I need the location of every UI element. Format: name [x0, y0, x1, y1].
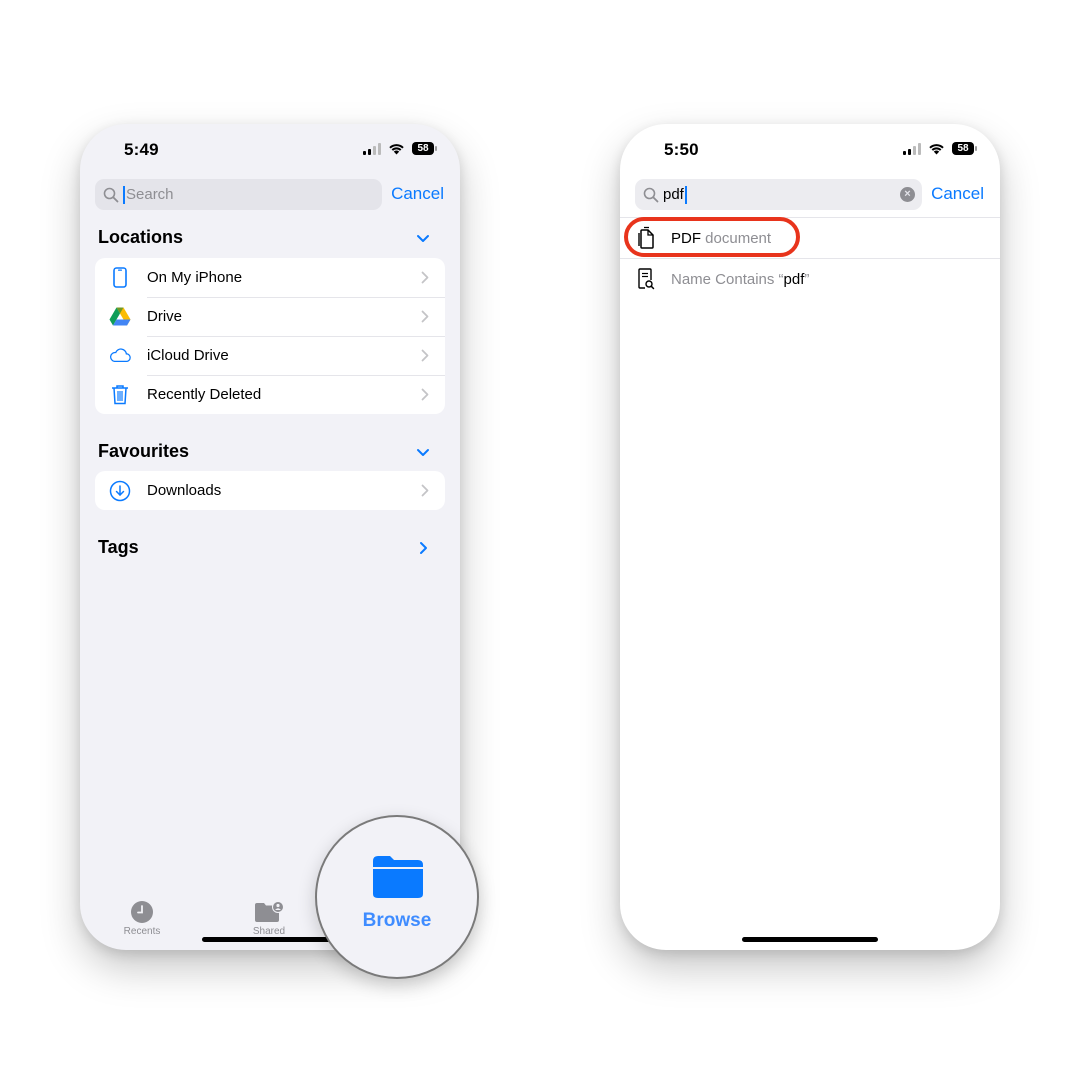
- status-bar: 5:50 58: [620, 140, 1000, 162]
- google-drive-icon: [109, 306, 131, 328]
- battery-icon: 58: [952, 142, 977, 155]
- files-search-screen: 5:50 58 pdf × Cancel PDF document Name C…: [620, 124, 1000, 950]
- favourites-list: Downloads: [95, 471, 445, 510]
- highlight-circle: [624, 217, 800, 257]
- chevron-right-icon: [421, 310, 429, 323]
- location-item-icloud-drive[interactable]: iCloud Drive: [95, 336, 445, 375]
- browse-tab-magnifier-callout: Browse: [315, 815, 479, 979]
- search-field[interactable]: Search: [95, 179, 382, 210]
- battery-icon: 58: [412, 142, 437, 155]
- tab-browse[interactable]: Browse: [317, 817, 477, 977]
- shared-folder-icon: [255, 901, 284, 922]
- favourite-item-downloads[interactable]: Downloads: [95, 471, 445, 510]
- cancel-button[interactable]: Cancel: [931, 184, 984, 204]
- wifi-icon: [929, 143, 944, 154]
- chevron-down-icon[interactable]: [416, 446, 430, 460]
- tab-recents[interactable]: Recents: [102, 900, 182, 937]
- status-bar: 5:49 58: [80, 140, 460, 162]
- search-icon: [643, 187, 659, 202]
- suggestion-query: pdf: [783, 270, 805, 288]
- chevron-right-icon: [421, 271, 429, 284]
- iphone-icon: [109, 267, 131, 289]
- search-placeholder: Search: [126, 186, 174, 203]
- locations-header[interactable]: Locations: [98, 227, 183, 248]
- suggestion-name-contains[interactable]: Name Contains “pdf”: [620, 259, 1000, 299]
- doc-search-icon: [638, 268, 655, 290]
- search-icon: [103, 187, 119, 202]
- favourites-header[interactable]: Favourites: [98, 441, 189, 462]
- wifi-icon: [389, 143, 404, 154]
- chevron-right-icon[interactable]: [416, 541, 430, 555]
- download-circle-icon: [109, 480, 131, 502]
- trash-icon: [109, 384, 131, 406]
- search-field[interactable]: pdf ×: [635, 179, 922, 210]
- status-time: 5:50: [664, 140, 699, 159]
- home-indicator: [742, 937, 878, 942]
- cellular-signal-icon: [903, 142, 921, 155]
- cancel-button[interactable]: Cancel: [391, 184, 444, 204]
- chevron-right-icon: [421, 388, 429, 401]
- search-query: pdf: [663, 186, 684, 203]
- locations-list: On My iPhone Drive iCloud Drive Recently…: [95, 258, 445, 414]
- chevron-right-icon: [421, 484, 429, 497]
- clock-icon: [131, 901, 153, 923]
- location-item-drive[interactable]: Drive: [95, 297, 445, 336]
- location-item-on-my-iphone[interactable]: On My iPhone: [95, 258, 445, 297]
- icloud-icon: [109, 345, 131, 367]
- tags-header[interactable]: Tags: [98, 537, 139, 558]
- clear-search-button[interactable]: ×: [900, 187, 915, 202]
- folder-icon: [373, 856, 423, 898]
- location-item-recently-deleted[interactable]: Recently Deleted: [95, 375, 445, 414]
- chevron-right-icon: [421, 349, 429, 362]
- chevron-down-icon[interactable]: [416, 232, 430, 246]
- status-time: 5:49: [124, 140, 159, 159]
- tab-shared[interactable]: Shared: [229, 900, 309, 937]
- cellular-signal-icon: [363, 142, 381, 155]
